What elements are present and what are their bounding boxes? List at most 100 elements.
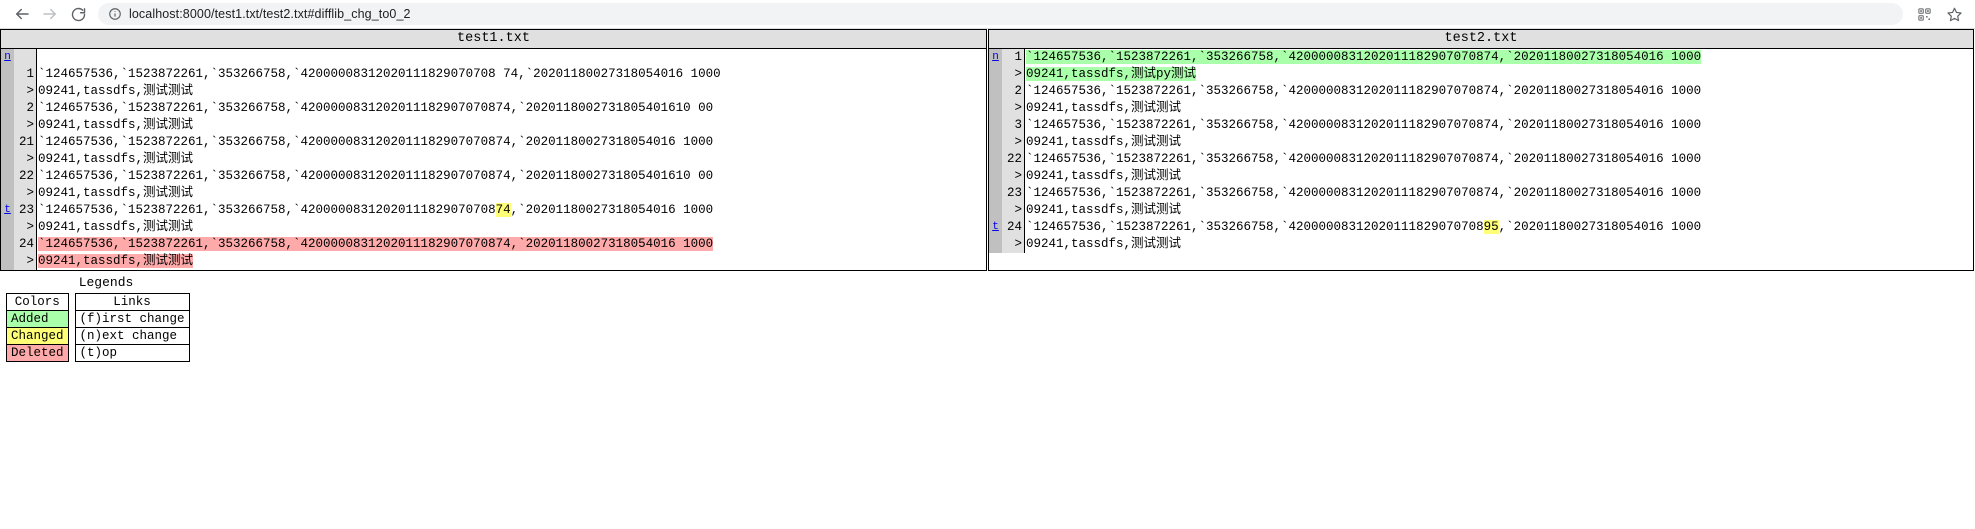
diff-row: >09241,tassdfs,测试测试 [1, 185, 986, 202]
diff-line-number: > [14, 253, 36, 270]
diff-jump-link[interactable]: n [992, 51, 999, 63]
legends-section: Legends Colors Added Changed Deleted Links… [0, 275, 1975, 362]
diff-line-text: 09241,tassdfs,测试测试 [36, 219, 986, 236]
diff-text-segment: `124657536,`1523872261,`353266758,`42000… [38, 67, 721, 81]
diff-line-number: > [1002, 134, 1024, 151]
diff-line-text: `124657536,`1523872261,`353266758,`42000… [1024, 219, 1973, 236]
legend-link-cell[interactable]: (n)ext change [74, 327, 190, 345]
diff-line-number: 2 [14, 100, 36, 117]
diff-row: >09241,tassdfs,测试测试 [989, 134, 1973, 151]
diff-changed-token: 74 [495, 203, 511, 217]
qr-code-button[interactable] [1911, 1, 1937, 27]
reload-button[interactable] [64, 0, 92, 28]
qr-code-icon [1917, 7, 1931, 21]
legend-link[interactable]: (f)irst change [80, 312, 185, 326]
diff-row: 3 `124657536,`1523872261,`353266758,`4200… [989, 117, 1973, 134]
diff-row: >09241,tassdfs,测试测试 [1, 253, 986, 270]
diff-row: >09241,tassdfs,测试测试 [989, 168, 1973, 185]
address-bar-url: localhost:8000/test1.txt/test2.txt#diffl… [129, 7, 411, 21]
legends-title: Legends [78, 275, 134, 290]
diff-text-segment: 09241,tassdfs,测试测试 [1026, 169, 1182, 183]
diff-row-anchor [989, 100, 1002, 117]
diff-line-text: `124657536,`1523872261,`353266758,`42000… [1024, 83, 1973, 100]
diff-row-anchor[interactable]: t [1, 202, 14, 219]
diff-line-number: > [1002, 100, 1024, 117]
legend-link-cell[interactable]: (f)irst change [74, 310, 190, 328]
diff-row-anchor [989, 202, 1002, 219]
diff-line-number [14, 49, 36, 66]
diff-line-text: 09241,tassdfs,测试测试 [36, 253, 986, 270]
diff-text-segment: `124657536,`1523872261,`353266758,`42000… [1026, 84, 1702, 98]
diff-line-number: > [1002, 66, 1024, 83]
legend-color-added: Added [6, 310, 69, 328]
diff-row: t 24 `124657536,`1523872261,`353266758,`42… [989, 219, 1973, 236]
diff-page: test1.txt n 1 `124657536,`1523872261,`3532… [0, 29, 1975, 362]
diff-text-segment: 09241,tassdfs,测试测试 [38, 118, 194, 132]
diff-rows-left: n 1 `124657536,`1523872261,`353266758,`420… [1, 49, 986, 270]
diff-line-number: 2 [1002, 83, 1024, 100]
legend-color-row: Deleted [6, 344, 69, 362]
diff-row-anchor [989, 66, 1002, 83]
diff-line-number: 1 [14, 66, 36, 83]
diff-row-anchor [989, 117, 1002, 134]
diff-line-text: 09241,tassdfs,测试测试 [1024, 236, 1973, 253]
legend-link-cell[interactable]: (t)op [74, 344, 190, 362]
legend-color-changed: Changed [6, 327, 69, 345]
forward-button[interactable] [36, 0, 64, 28]
legend-color-row: Added [6, 310, 69, 328]
diff-row-anchor [1, 236, 14, 253]
diff-line-number: > [14, 83, 36, 100]
legend-link-row: (n)ext change [74, 327, 190, 345]
diff-row-anchor [1, 66, 14, 83]
diff-row: 22 `124657536,`1523872261,`353266758,`420… [1, 168, 986, 185]
diff-jump-link[interactable]: t [4, 204, 11, 216]
diff-row: >09241,tassdfs,测试测试 [989, 236, 1973, 253]
bookmark-button[interactable] [1941, 1, 1967, 27]
diff-line-text: `124657536,`1523872261,`353266758,`42000… [36, 134, 986, 151]
diff-row-anchor [1, 185, 14, 202]
diff-line-text: `124657536,`1523872261,`353266758,`42000… [1024, 49, 1973, 66]
diff-text-segment: `124657536,`1523872261,`353266758,`42000… [1026, 186, 1702, 200]
toolbar-actions [1911, 1, 1967, 27]
diff-row-anchor[interactable]: n [1, 49, 14, 66]
reload-icon [71, 7, 85, 21]
diff-line-number: 24 [1002, 219, 1024, 236]
back-button[interactable] [8, 0, 36, 28]
diff-row: 2 `124657536,`1523872261,`353266758,`4200… [989, 83, 1973, 100]
site-info-icon[interactable] [108, 7, 122, 21]
diff-text-segment: 09241,tassdfs,测试测试 [1026, 101, 1182, 115]
legend-link[interactable]: (n)ext change [80, 329, 178, 343]
diff-text-segment: `124657536,`1523872261,`353266758,`42000… [1026, 50, 1702, 64]
diff-rows-right: n 1 `124657536,`1523872261,`353266758,`420… [989, 49, 1973, 253]
address-bar[interactable]: localhost:8000/test1.txt/test2.txt#diffl… [98, 3, 1903, 25]
diff-text-segment: 09241,tassdfs,测试测试 [38, 186, 194, 200]
arrow-left-icon [16, 8, 29, 20]
diff-jump-link[interactable]: t [992, 221, 999, 233]
legend-color-row: Changed [6, 327, 69, 345]
diff-text-segment: ,`20201180027318054016 1000 [1498, 220, 1702, 234]
diff-line-number: 21 [14, 134, 36, 151]
legend-link[interactable]: (t)op [80, 346, 118, 360]
diff-line-number: 22 [1002, 151, 1024, 168]
diff-line-number: 23 [1002, 185, 1024, 202]
diff-row-anchor[interactable]: n [989, 49, 1002, 66]
diff-line-text: 09241,tassdfs,测试测试 [1024, 168, 1973, 185]
diff-text-segment: `124657536,`1523872261,`353266758,`42000… [38, 203, 496, 217]
diff-row: t 23 `124657536,`1523872261,`353266758,`42… [1, 202, 986, 219]
diff-text-segment: `124657536,`1523872261,`353266758,`42000… [38, 101, 714, 115]
diff-line-number: > [1002, 202, 1024, 219]
diff-line-number: > [14, 117, 36, 134]
diff-line-text: `124657536,`1523872261,`353266758,`42000… [1024, 185, 1973, 202]
diff-line-text: 09241,tassdfs,测试测试 [36, 185, 986, 202]
diff-text-segment: 09241,tassdfs,测试测试 [38, 220, 194, 234]
diff-jump-link[interactable]: n [4, 51, 11, 63]
arrow-right-icon [43, 8, 56, 20]
diff-row-anchor [989, 134, 1002, 151]
diff-line-text: 09241,tassdfs,测试py测试 [1024, 66, 1973, 83]
diff-row: >09241,tassdfs,测试测试 [1, 151, 986, 168]
diff-text-segment: `124657536,`1523872261,`353266758,`42000… [1026, 152, 1702, 166]
diff-row: 23 `124657536,`1523872261,`353266758,`420… [989, 185, 1973, 202]
legend-colors-header: Colors [6, 293, 69, 311]
diff-row-anchor[interactable]: t [989, 219, 1002, 236]
diff-pane-left-title: test1.txt [1, 30, 986, 49]
